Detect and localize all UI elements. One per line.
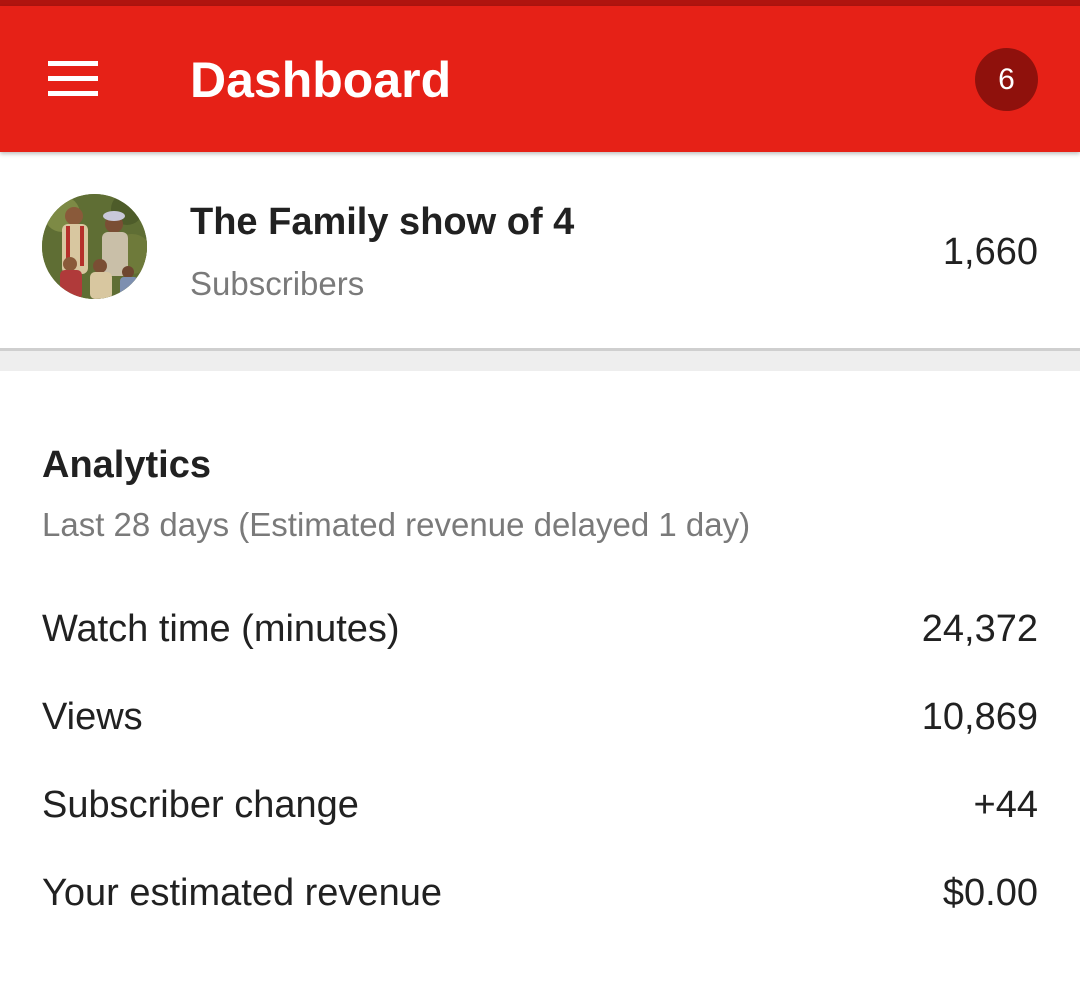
family-portrait-avatar — [42, 194, 147, 299]
channel-card[interactable] — [0, 152, 1080, 348]
analytics-title: Analytics — [42, 444, 211, 486]
metric-value: 24,372 — [921, 608, 1038, 650]
metric-label: Subscriber change — [42, 784, 359, 826]
metric-label: Views — [42, 696, 143, 738]
subscribers-label: Subscribers — [190, 265, 365, 302]
metric-row-watch-time[interactable]: Watch time (minutes) 24,372 — [0, 587, 1080, 675]
page-title: Dashboard — [190, 52, 452, 108]
channel-name: The Family show of 4 — [190, 201, 575, 243]
metric-row-views[interactable]: Views 10,869 — [0, 675, 1080, 763]
section-separator — [0, 351, 1080, 371]
menu-line — [48, 76, 98, 81]
notification-badge[interactable]: 6 — [975, 48, 1038, 111]
metric-value: $0.00 — [942, 872, 1038, 914]
metric-value: +44 — [973, 784, 1038, 826]
metric-value: 10,869 — [921, 696, 1038, 738]
metric-row-subscriber-change[interactable]: Subscriber change +44 — [0, 763, 1080, 851]
channel-avatar[interactable] — [42, 194, 147, 299]
hamburger-menu-icon[interactable] — [40, 48, 106, 110]
metric-label: Watch time (minutes) — [42, 608, 400, 650]
subscribers-count: 1,660 — [942, 231, 1038, 273]
menu-line — [48, 91, 98, 96]
metric-label: Your estimated revenue — [42, 872, 442, 914]
metric-row-estimated-revenue[interactable]: Your estimated revenue $0.00 — [0, 851, 1080, 939]
app-bar: Dashboard 6 — [0, 6, 1080, 152]
analytics-subtitle: Last 28 days (Estimated revenue delayed … — [42, 506, 751, 543]
menu-line — [48, 61, 98, 66]
